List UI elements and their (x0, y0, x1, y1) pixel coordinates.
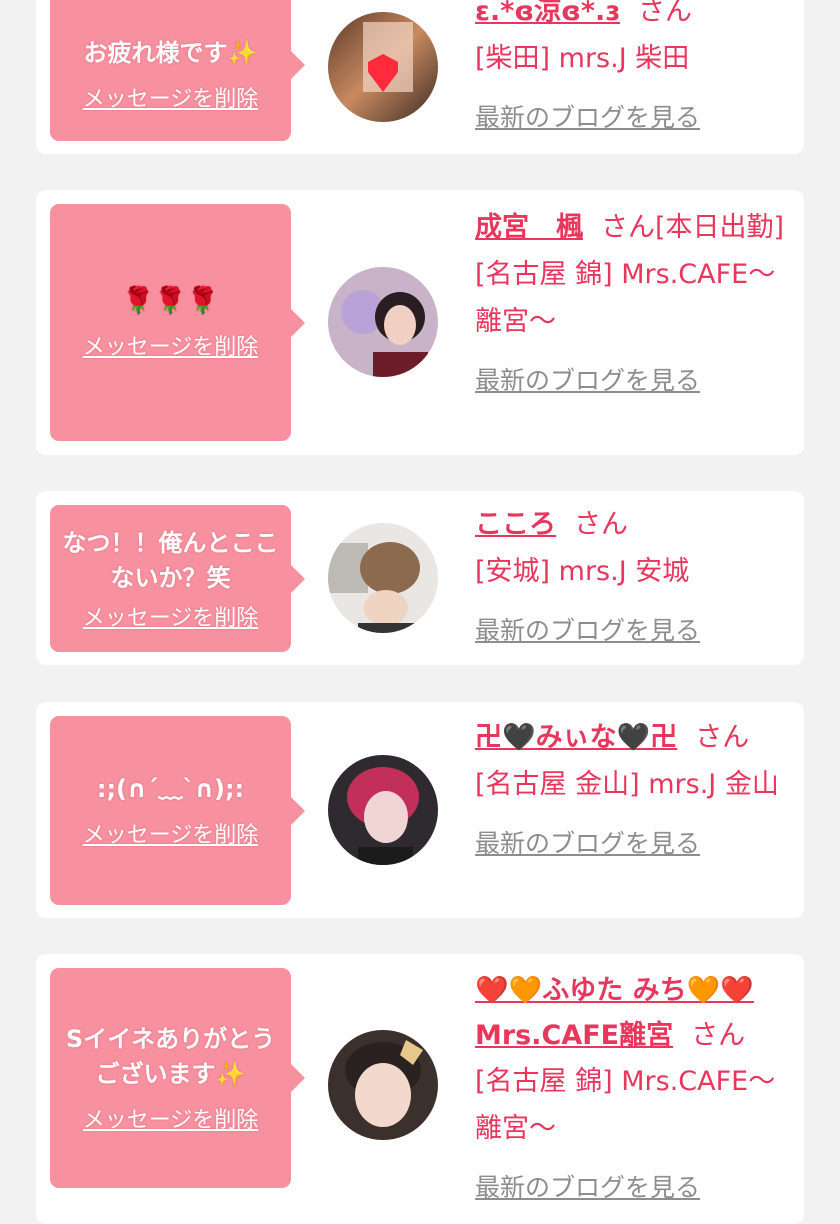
shop-label: [柴田] mrs.J 柴田 (475, 43, 690, 74)
message-bubble: 🌹🌹🌹 メッセージを削除 (50, 204, 305, 441)
latest-blog-link[interactable]: 最新のブログを見る (475, 607, 700, 654)
san-label: さん (601, 212, 655, 243)
shop-label: [名古屋 金山] mrs.J 金山 (475, 769, 779, 800)
shop-label: [名古屋 錦] Mrs.CAFE～離宮～ (475, 259, 776, 337)
message-bubble: :;(∩´﹏`∩);: メッセージを削除 (50, 716, 305, 905)
status-label: [本日出勤] (655, 212, 785, 243)
girl-info: ɛ.*ɞ涼ɞ*.ɜ さん [柴田] mrs.J 柴田 最新のブログを見る (475, 0, 797, 141)
message-card: 🌹🌹🌹 メッセージを削除 成宮 楓さん[本日出勤] [名古屋 錦] Mrs.CA… (36, 190, 804, 455)
girl-name-link[interactable]: 成宮 楓 (475, 212, 583, 243)
delete-message-link[interactable]: メッセージを削除 (83, 329, 259, 361)
avatar[interactable] (328, 523, 438, 633)
girl-info: こころ さん [安城] mrs.J 安城 最新のブログを見る (475, 501, 797, 654)
message-text: 🌹🌹🌹 (121, 286, 220, 316)
san-label: さん (695, 722, 750, 753)
avatar[interactable] (328, 267, 438, 377)
san-label: さん (691, 1020, 746, 1051)
message-card: なつ！！俺んとここないか？笑 メッセージを削除 こころ さん [安城] mrs.J… (36, 491, 804, 665)
message-text: Sイイネありがとうございます✨ (65, 1025, 276, 1088)
shop-label: [安城] mrs.J 安城 (475, 556, 690, 587)
avatar[interactable] (328, 755, 438, 865)
message-card: Sイイネありがとうございます✨ メッセージを削除 ❤️🧡ふゆた みち🧡❤️Mrs… (36, 954, 804, 1224)
latest-blog-link[interactable]: 最新のブログを見る (475, 94, 700, 141)
message-bubble: お疲れ様です✨ メッセージを削除 (50, 0, 305, 141)
message-card: お疲れ様です✨ メッセージを削除 ɛ.*ɞ涼ɞ*.ɜ さん [柴田] mrs.J … (36, 0, 804, 154)
avatar[interactable] (328, 12, 438, 122)
shop-label: [名古屋 錦] Mrs.CAFE～離宮～ (475, 1066, 776, 1144)
latest-blog-link[interactable]: 最新のブログを見る (475, 820, 700, 867)
delete-message-link[interactable]: メッセージを削除 (83, 81, 259, 113)
delete-message-link[interactable]: メッセージを削除 (83, 817, 259, 849)
latest-blog-link[interactable]: 最新のブログを見る (475, 1164, 700, 1211)
message-text: お疲れ様です✨ (83, 39, 258, 67)
girl-name-link[interactable]: 卍🖤みぃな🖤卍 (475, 722, 677, 753)
message-bubble: なつ！！俺んとここないか？笑 メッセージを削除 (50, 505, 305, 652)
san-label: さん (574, 509, 628, 540)
message-text: :;(∩´﹏`∩);: (96, 775, 245, 803)
message-card: :;(∩´﹏`∩);: メッセージを削除 卍🖤みぃな🖤卍 さん [名古屋 金山] … (36, 702, 804, 918)
san-label: さん (638, 0, 692, 27)
girl-name-link[interactable]: ɛ.*ɞ涼ɞ*.ɜ (475, 0, 620, 27)
girl-name-link[interactable]: こころ (475, 509, 556, 540)
girl-info: 成宮 楓さん[本日出勤] [名古屋 錦] Mrs.CAFE～離宮～ 最新のブログ… (475, 204, 797, 404)
girl-info: ❤️🧡ふゆた みち🧡❤️Mrs.CAFE離宮 さん [名古屋 錦] Mrs.CAF… (475, 968, 797, 1211)
delete-message-link[interactable]: メッセージを削除 (83, 1102, 259, 1134)
girl-info: 卍🖤みぃな🖤卍 さん [名古屋 金山] mrs.J 金山 最新のブログを見る (475, 714, 797, 867)
message-bubble: Sイイネありがとうございます✨ メッセージを削除 (50, 968, 305, 1188)
avatar[interactable] (328, 1030, 438, 1140)
delete-message-link[interactable]: メッセージを削除 (83, 600, 259, 632)
message-text: なつ！！俺んとここないか？笑 (62, 528, 279, 592)
latest-blog-link[interactable]: 最新のブログを見る (475, 357, 700, 404)
